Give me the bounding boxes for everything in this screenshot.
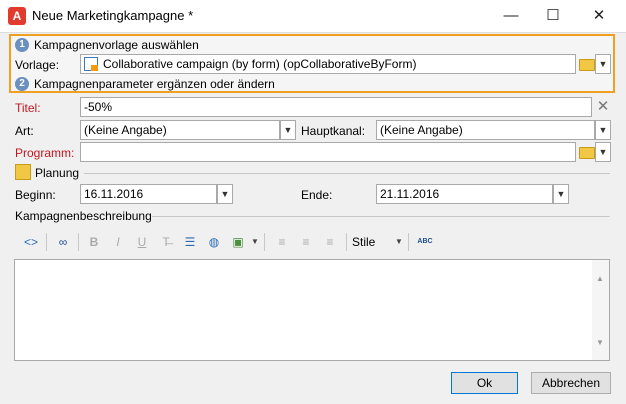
beginn-date-input[interactable]: 16.11.2016 — [80, 184, 217, 204]
titel-input[interactable]: -50% — [80, 97, 592, 117]
vorlage-value: Collaborative campaign (by form) (opColl… — [103, 57, 417, 71]
beschreibung-divider — [152, 216, 610, 217]
hauptkanal-label: Hauptkanal: — [301, 124, 366, 138]
app-logo-icon: A — [8, 7, 26, 25]
description-editor[interactable]: ▲ ▼ — [14, 259, 610, 361]
campaign-template-icon-accent — [91, 65, 98, 71]
minimize-button[interactable]: — — [488, 0, 534, 32]
step-2-badge: 2 — [15, 77, 29, 91]
toolbar-separator — [346, 233, 347, 251]
step-2-label: Kampagnenparameter ergänzen oder ändern — [34, 77, 275, 91]
programm-label: Programm: — [15, 146, 75, 160]
bullet-list-icon[interactable]: ☰ — [180, 232, 200, 252]
vorlage-field[interactable]: Collaborative campaign (by form) (opColl… — [80, 54, 576, 74]
align-left-icon[interactable]: ≡ — [272, 232, 292, 252]
toolbar-separator — [408, 233, 409, 251]
vorlage-folder-icon[interactable] — [579, 59, 595, 71]
ok-button[interactable]: Ok — [451, 372, 518, 394]
beschreibung-section-label: Kampagnenbeschreibung — [15, 209, 152, 223]
vorlage-dropdown-arrow[interactable]: ▼ — [595, 54, 611, 74]
art-label: Art: — [15, 124, 34, 138]
ende-date-input[interactable]: 21.11.2016 — [376, 184, 553, 204]
toolbar-separator — [264, 233, 265, 251]
window-title: Neue Marketingkampagne * — [32, 8, 194, 23]
source-view-icon[interactable]: <> — [20, 232, 42, 252]
close-button[interactable]: ✕ — [576, 0, 622, 32]
italic-button[interactable]: I — [108, 232, 128, 252]
hauptkanal-dropdown-arrow[interactable]: ▼ — [595, 120, 611, 140]
planung-divider — [84, 173, 610, 174]
insert-link-globe-icon[interactable]: ◍ — [204, 232, 224, 252]
step-1-badge: 1 — [15, 38, 29, 52]
cancel-button[interactable]: Abbrechen — [531, 372, 611, 394]
toolbar-separator — [46, 233, 47, 251]
art-select[interactable]: (Keine Angabe) — [80, 120, 280, 140]
programm-field[interactable] — [80, 142, 576, 162]
programm-folder-icon[interactable] — [579, 147, 595, 159]
align-center-icon[interactable]: ≡ — [296, 232, 316, 252]
title-bar: A Neue Marketingkampagne * — ☐ ✕ — [0, 0, 626, 32]
art-dropdown-arrow[interactable]: ▼ — [280, 120, 296, 140]
insert-image-icon[interactable]: ▣ — [228, 232, 248, 252]
style-dropdown-arrow[interactable]: ▼ — [394, 232, 404, 252]
style-select-label[interactable]: Stile — [352, 232, 392, 252]
maximize-button[interactable]: ☐ — [530, 0, 576, 32]
step-1-label: Kampagnenvorlage auswählen — [34, 38, 199, 52]
titel-clear-icon[interactable]: ✕ — [595, 98, 611, 116]
hauptkanal-select[interactable]: (Keine Angabe) — [376, 120, 595, 140]
bold-button[interactable]: B — [84, 232, 104, 252]
image-dropdown-arrow[interactable]: ▼ — [250, 232, 260, 252]
editor-toolbar: <> ∞ B I U T̶ ☰ ◍ ▣ ▼ ≡ ≡ ≡ Stile ▼ ABC — [14, 230, 610, 254]
editor-vertical-scrollbar[interactable]: ▲ ▼ — [592, 260, 609, 360]
scroll-up-arrow-icon[interactable]: ▲ — [596, 274, 604, 283]
beginn-dropdown-arrow[interactable]: ▼ — [217, 184, 233, 204]
ende-dropdown-arrow[interactable]: ▼ — [553, 184, 569, 204]
clear-format-icon[interactable]: T̶ — [156, 232, 176, 252]
planung-section-label: Planung — [35, 166, 80, 180]
toolbar-separator — [78, 233, 79, 251]
spellcheck-icon[interactable]: ABC — [414, 232, 436, 252]
ende-label: Ende: — [301, 188, 333, 202]
align-right-icon[interactable]: ≡ — [320, 232, 340, 252]
beginn-label: Beginn: — [15, 188, 56, 202]
campaign-template-icon — [84, 57, 98, 71]
underline-button[interactable]: U — [132, 232, 152, 252]
programm-dropdown-arrow[interactable]: ▼ — [595, 142, 611, 162]
calendar-icon — [15, 164, 31, 180]
find-binoculars-icon[interactable]: ∞ — [52, 232, 74, 252]
titel-label: Titel: — [15, 101, 41, 115]
vorlage-label: Vorlage: — [15, 58, 60, 72]
scroll-down-arrow-icon[interactable]: ▼ — [596, 338, 604, 347]
